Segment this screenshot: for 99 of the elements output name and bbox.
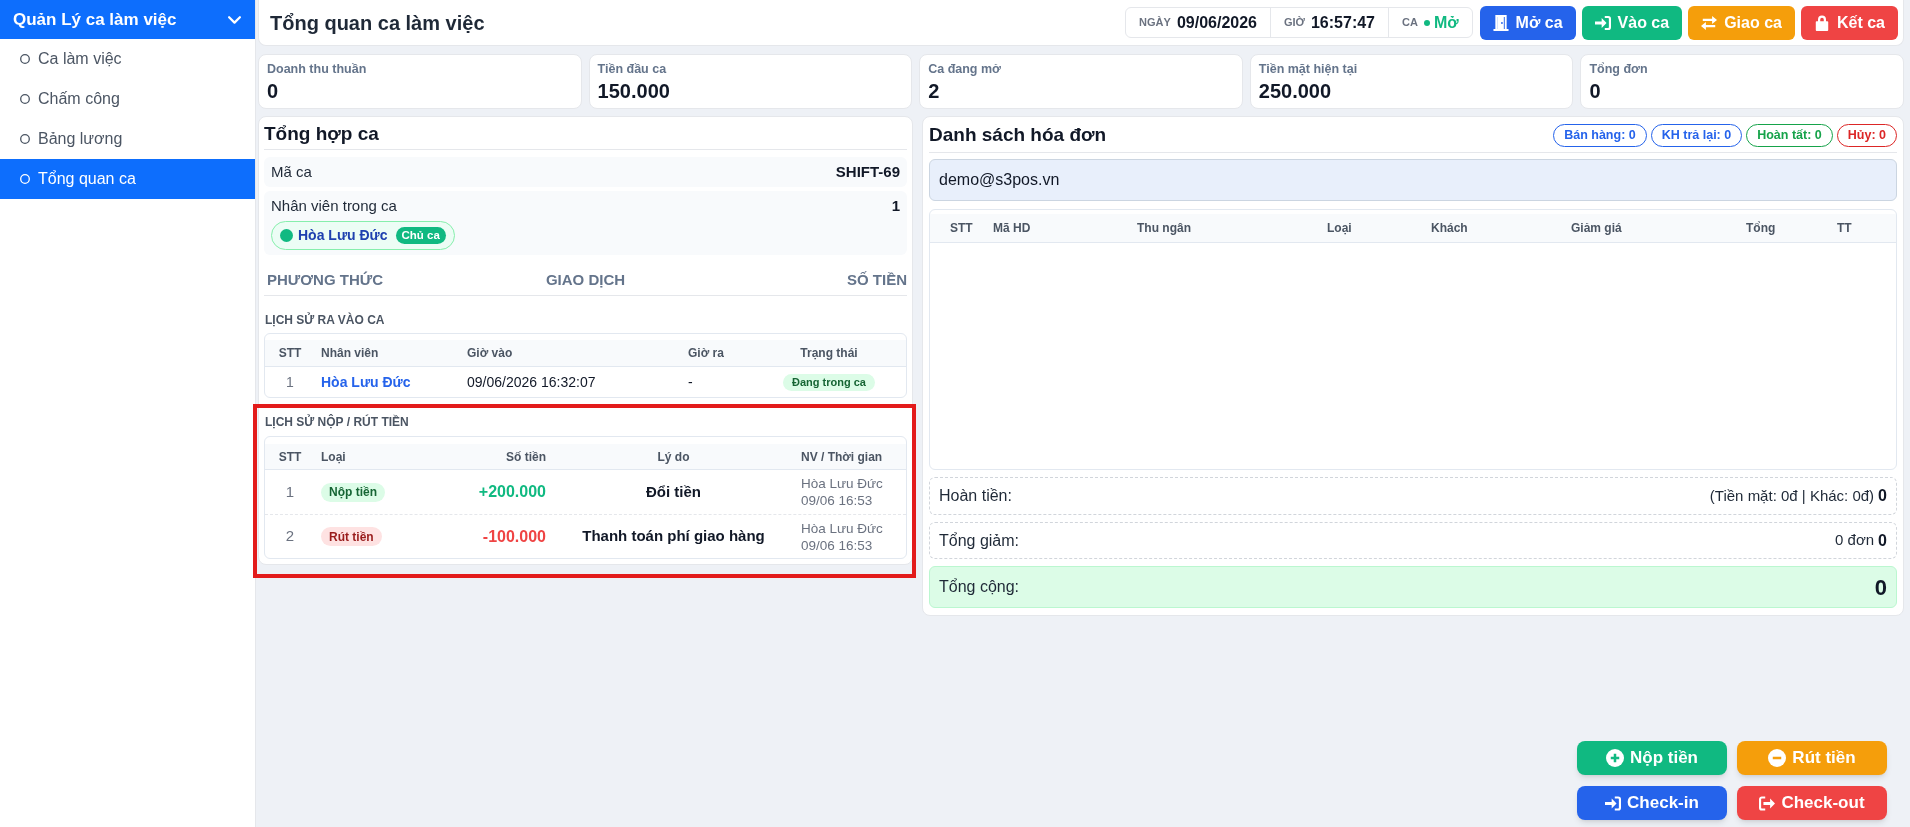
check-in-button[interactable]: Vào ca: [1581, 5, 1683, 40]
column-header: STT: [277, 345, 303, 362]
sidebar-item[interactable]: Chấm công: [0, 79, 255, 119]
info-label: CA: [1402, 15, 1418, 31]
door-icon: [1492, 14, 1509, 31]
column-header: Nhân viên: [320, 345, 380, 362]
sign-in-icon: [1594, 14, 1611, 31]
table-cell-text: 1: [284, 481, 296, 502]
lock-icon: [1813, 14, 1830, 31]
field-label: Nhân viên trong ca: [271, 195, 397, 216]
circle-icon: [20, 134, 30, 144]
staff-name: Hòa Lưu Đức: [298, 226, 388, 245]
stat-value: 0: [1589, 79, 1601, 104]
stat-label: Ca đang mở: [928, 61, 1001, 78]
table-cell-text: 2: [284, 526, 296, 547]
sidebar-header[interactable]: Quản Lý ca làm việc: [0, 0, 255, 39]
column-header: Thu ngân: [1136, 220, 1192, 237]
type-badge: Nộp tiền: [321, 482, 385, 502]
reason-cell-text: Đổi tiền: [645, 481, 702, 502]
summary-detail: (Tiền mặt: 0đ | Khác: 0đ): [1709, 485, 1875, 506]
column-header: SỐ TIỀN: [845, 270, 907, 291]
summary-label: Tổng cộng:: [939, 577, 1020, 597]
summary-label: Hoàn tiền:: [939, 486, 1012, 506]
column-header: Trạng thái: [799, 345, 859, 362]
field-label: Mã ca: [271, 161, 312, 182]
circle-icon: [20, 94, 30, 104]
column-header: Giờ vào: [466, 345, 514, 362]
sidebar-item[interactable]: Bảng lương: [0, 119, 255, 159]
date-value: 09/06/2026: [1176, 12, 1257, 33]
panel-title: Tổng hợp ca: [264, 124, 380, 144]
employee-link[interactable]: Hòa Lưu Đức: [321, 374, 411, 390]
sign-in-icon: [1605, 795, 1622, 811]
stat-label: Tổng đơn: [1589, 61, 1648, 78]
info-label: GIỜ: [1283, 15, 1305, 31]
timestamp: 09/06 16:53: [801, 492, 874, 509]
section-title: LỊCH SỬ NỘP / RÚT TIỀN: [264, 414, 410, 430]
section-title: LỊCH SỬ RA VÀO CA: [264, 312, 386, 328]
minus-circle-icon: [1768, 749, 1787, 767]
staff-count: 1: [891, 195, 900, 216]
summary-value: 0: [1874, 573, 1887, 602]
sidebar-item[interactable]: Tổng quan ca: [0, 159, 255, 199]
table-cell-text: 09/06/2026 16:32:07: [466, 372, 597, 392]
column-header: Số tiền: [505, 448, 547, 466]
table-cell-text: 1: [285, 372, 295, 392]
column-header: Giờ ra: [687, 345, 725, 362]
time-value: 16:57:47: [1310, 12, 1375, 33]
status-badge: Đang trong ca: [783, 373, 875, 391]
page-title: Tổng quan ca làm việc: [270, 10, 485, 36]
stat-label: Tiền mặt hiện tại: [1258, 61, 1358, 78]
stat-value: 150.000: [597, 79, 670, 104]
timestamp: 09/06 16:53: [801, 536, 874, 554]
column-header: STT: [949, 220, 974, 237]
swap-arrows-icon: [1701, 14, 1718, 31]
stat-value: 0: [267, 79, 279, 104]
column-header: Giảm giá: [1570, 220, 1623, 237]
staff-name: Hòa Lưu Đức: [801, 475, 884, 492]
column-header: NV / Thời gian: [800, 448, 884, 466]
plus-circle-icon: [1606, 749, 1624, 767]
circle-icon: [20, 174, 30, 184]
column-header: GIAO DỊCH: [544, 270, 627, 291]
info-label: NGÀY: [1139, 15, 1171, 31]
column-header: PHƯƠNG THỨC: [266, 270, 384, 291]
stat-value: 250.000: [1258, 79, 1332, 104]
circle-icon: [20, 54, 30, 64]
column-header: Mã HD: [992, 220, 1032, 237]
sidebar-title: Quản Lý ca làm việc: [13, 8, 177, 31]
stat-label: Tiền đầu ca: [597, 61, 667, 78]
reason-cell-text: Thanh toán phí giao hàng: [581, 526, 766, 547]
cashier-field[interactable]: demo@s3pos.vn: [929, 159, 1897, 201]
summary-value: 0: [1878, 530, 1887, 551]
shift-code-value: SHIFT-69: [835, 161, 900, 182]
table-cell-text: -: [687, 372, 694, 392]
close-shift-button[interactable]: Kết ca: [1800, 5, 1898, 40]
role-badge: Chủ ca: [395, 227, 446, 244]
column-header: TT: [1836, 220, 1853, 237]
check-in-button[interactable]: Check-in: [1577, 786, 1727, 820]
column-header: Loại: [320, 448, 347, 466]
amount-cell-text: -100.000: [481, 526, 547, 547]
summary-label: Tổng giảm:: [939, 530, 1020, 551]
open-shift-button[interactable]: Mở ca: [1479, 5, 1576, 40]
type-badge: Rút tiền: [321, 527, 382, 546]
column-header: Tổng: [1745, 220, 1777, 237]
sidebar-item[interactable]: Ca làm việc: [0, 39, 255, 79]
status-dot-icon: [280, 229, 293, 242]
staff-name: Hòa Lưu Đức: [801, 519, 884, 537]
amount-cell-text: +200.000: [477, 482, 547, 502]
column-header: Khách: [1430, 220, 1469, 237]
summary-value: 0: [1878, 486, 1887, 506]
column-header: STT: [277, 448, 303, 466]
column-header: Lý do: [656, 448, 691, 466]
shift-status: Mở: [1433, 12, 1459, 33]
deposit-button[interactable]: Nộp tiền: [1577, 741, 1727, 775]
stat-value: 2: [928, 79, 940, 104]
stat-label: Doanh thu thuần: [267, 61, 367, 78]
panel-title: Danh sách hóa đơn: [929, 125, 1107, 145]
column-header: Loại: [1326, 220, 1353, 237]
check-out-button[interactable]: Check-out: [1737, 786, 1887, 820]
summary-detail: 0 đơn: [1835, 530, 1875, 551]
sign-out-icon: [1759, 795, 1776, 811]
